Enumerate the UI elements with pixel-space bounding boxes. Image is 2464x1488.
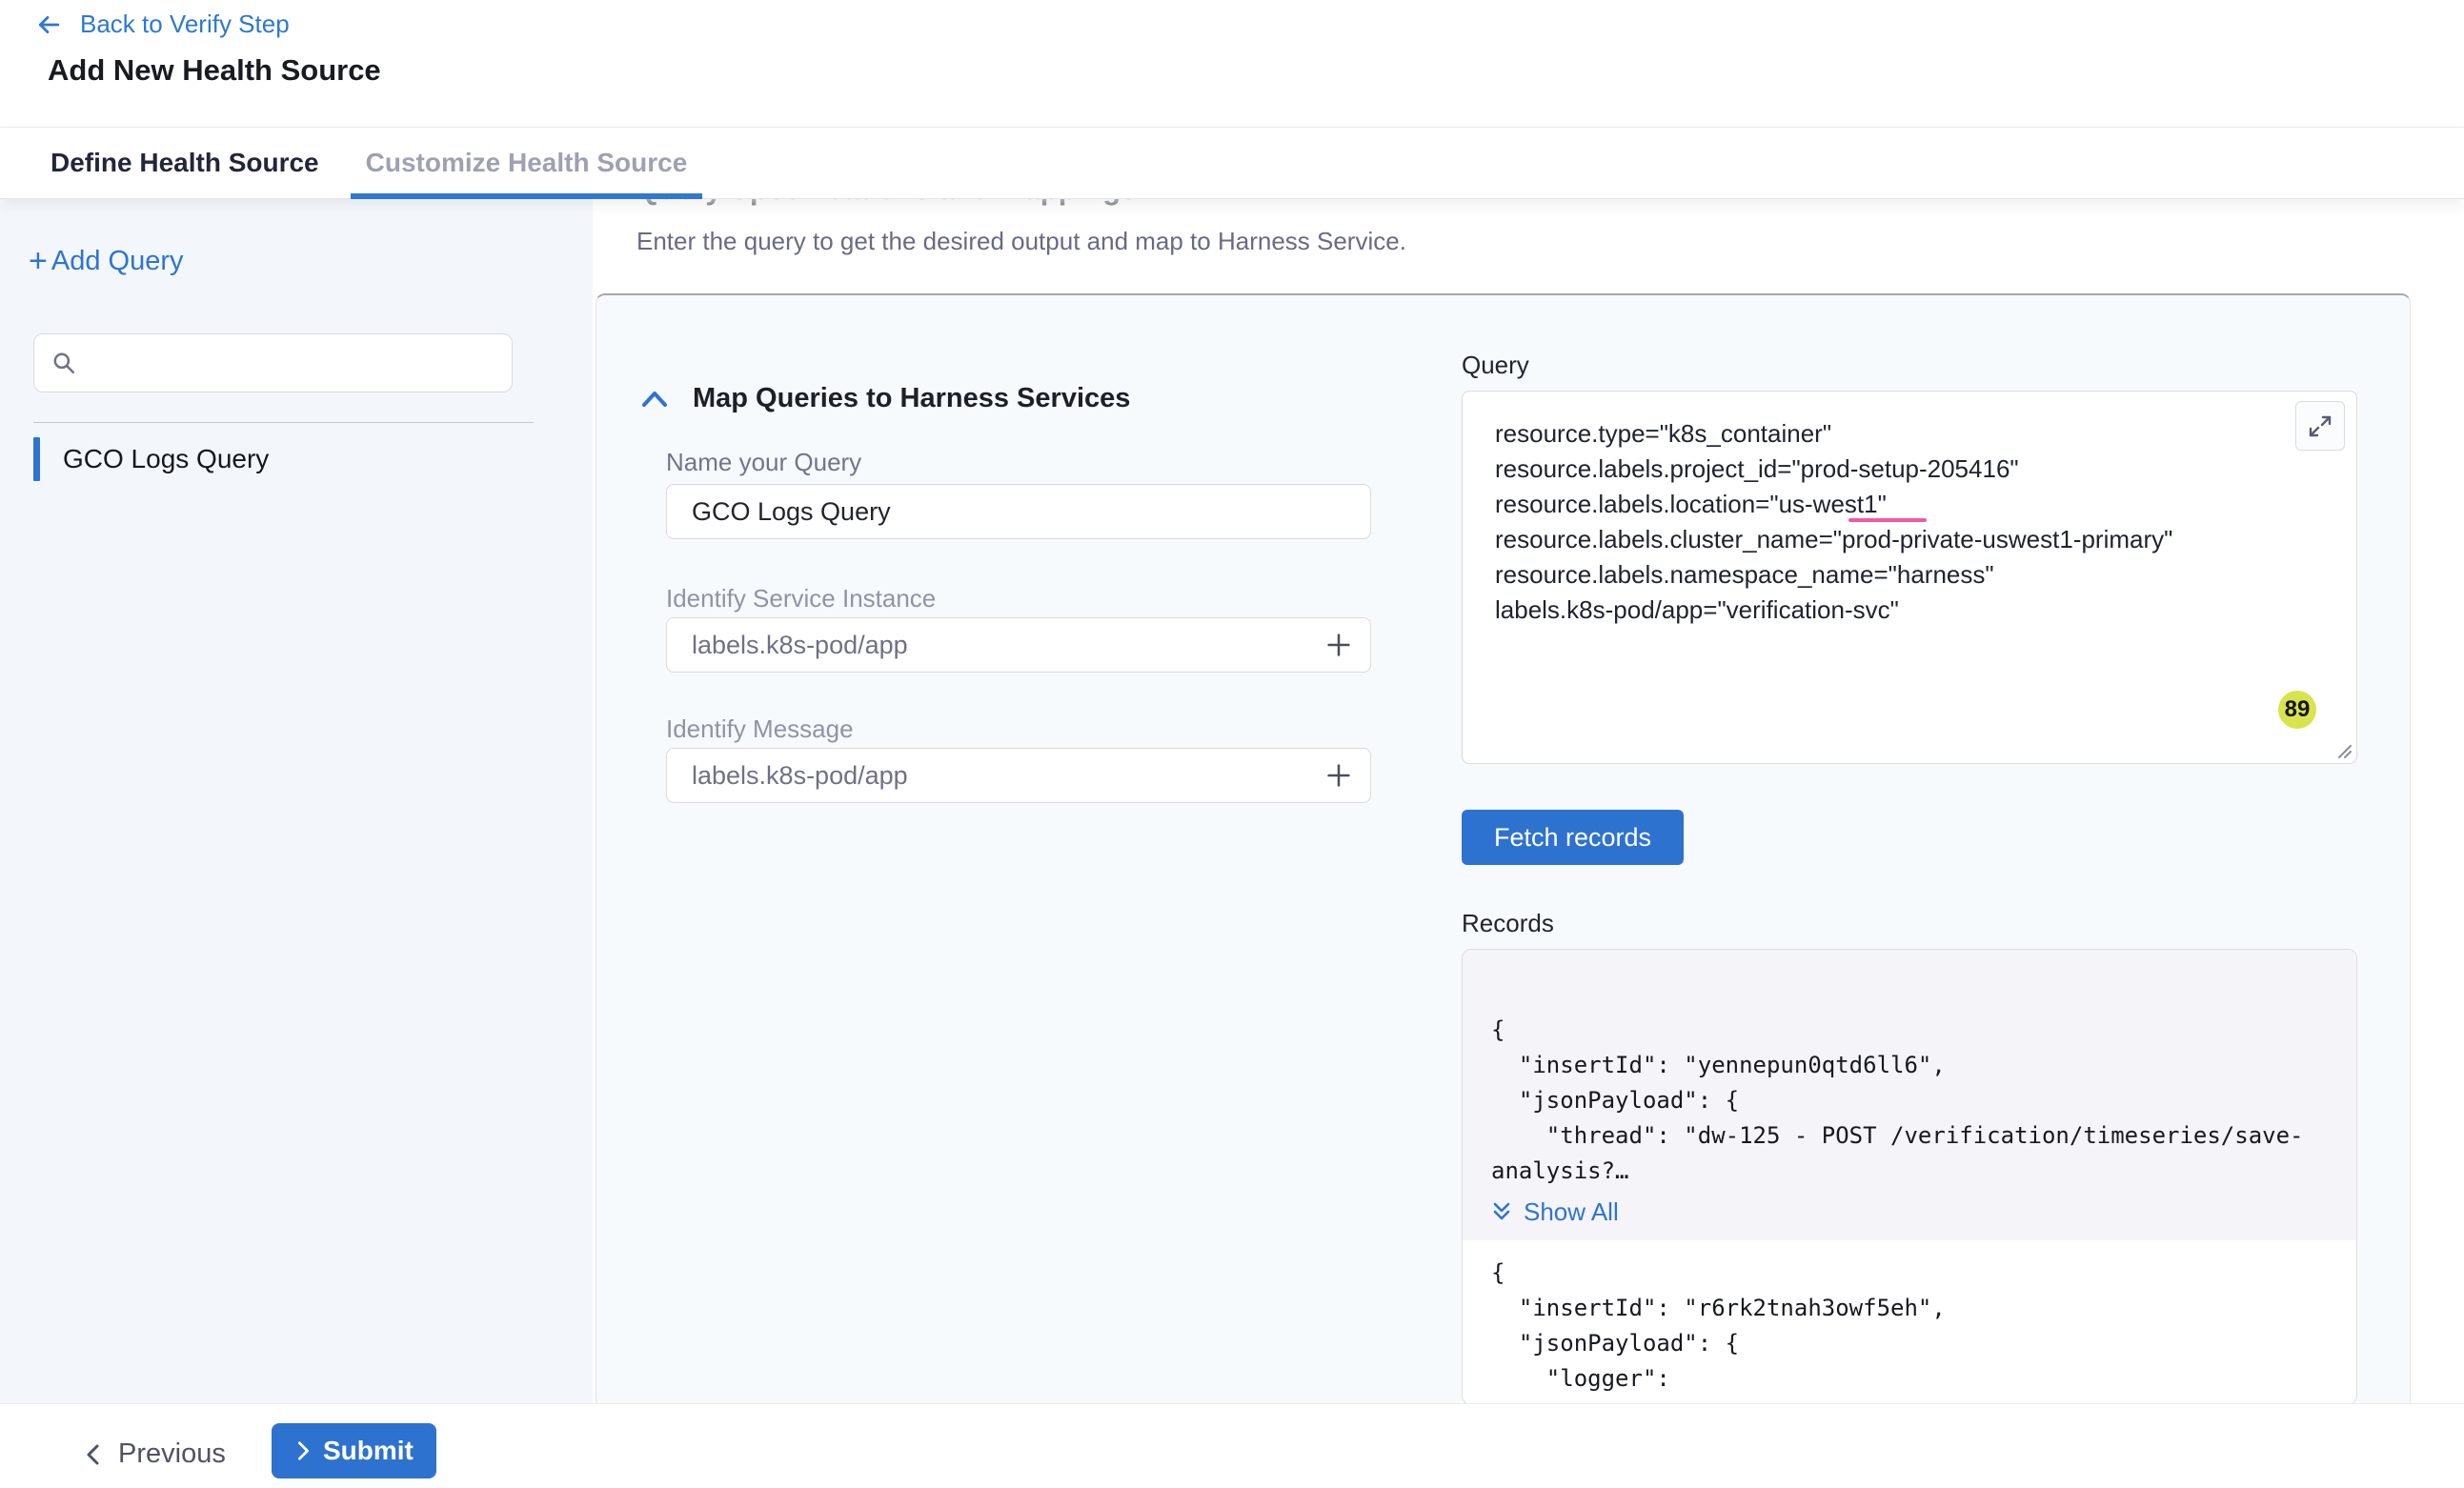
page-title: Add New Health Source: [48, 53, 381, 88]
chevron-left-icon: [84, 1443, 103, 1466]
identify-message-field: [666, 748, 1371, 803]
tab-define-health-source[interactable]: Define Health Source: [50, 128, 319, 198]
plus-icon: +: [29, 245, 48, 277]
records-panel: { "insertId": "yennepun0qtd6ll6", "jsonP…: [1462, 949, 2357, 1405]
spellcheck-underline: [1848, 518, 1927, 522]
identify-service-instance-field: [666, 617, 1371, 673]
map-queries-section-header[interactable]: Map Queries to Harness Services: [641, 383, 1130, 414]
query-list-item-gco-logs[interactable]: GCO Logs Query: [33, 437, 269, 481]
record-json: { "insertId": "r6rk2tnah3owf5eh", "jsonP…: [1491, 1256, 2328, 1405]
query-sidebar: + Add Query GCO Logs Query: [0, 199, 593, 1403]
previous-label: Previous: [118, 1438, 226, 1470]
back-link-label: Back to Verify Step: [80, 10, 290, 39]
record-json: { "insertId": "yennepun0qtd6ll6", "jsonP…: [1491, 1013, 2328, 1189]
query-item-label: GCO Logs Query: [63, 444, 269, 474]
record-item: { "insertId": "yennepun0qtd6ll6", "jsonP…: [1463, 950, 2356, 1240]
submit-button[interactable]: Submit: [272, 1423, 436, 1478]
show-all-link[interactable]: Show All: [1491, 1193, 2328, 1231]
search-input[interactable]: [90, 349, 495, 378]
resize-grip-icon[interactable]: [2334, 741, 2353, 760]
identify-message-label: Identify Message: [666, 714, 854, 744]
chevron-up-icon: [641, 390, 668, 409]
query-input[interactable]: resource.type="k8s_container" resource.l…: [1463, 392, 2356, 653]
query-search-box[interactable]: [33, 333, 513, 392]
chevron-right-icon: [294, 1440, 312, 1461]
tab-label: Define Health Source: [50, 148, 319, 178]
name-query-label: Name your Query: [666, 448, 861, 477]
previous-button[interactable]: Previous: [84, 1438, 226, 1470]
show-all-label: Show All: [1524, 1197, 1619, 1227]
search-icon: [51, 351, 76, 375]
wizard-footer: Previous Submit: [0, 1403, 2464, 1488]
section-subheading: Enter the query to get the desired outpu…: [636, 227, 1406, 256]
arrow-left-icon: [34, 12, 63, 37]
query-mapping-card: Map Queries to Harness Services Name you…: [596, 293, 2411, 1403]
fullscreen-icon: [2307, 412, 2333, 439]
submit-label: Submit: [323, 1436, 414, 1466]
records-label: Records: [1462, 909, 1554, 938]
add-new-health-source-page: Back to Verify Step Add New Health Sourc…: [0, 0, 2464, 1488]
fetch-records-button[interactable]: Fetch records: [1462, 810, 1684, 865]
back-link[interactable]: Back to Verify Step: [34, 10, 290, 39]
sidebar-divider: [33, 422, 534, 423]
add-query-button[interactable]: + Add Query: [29, 245, 184, 277]
tab-label: Customize Health Source: [366, 148, 688, 178]
char-count-badge: 89: [2278, 691, 2316, 729]
tab-customize-health-source[interactable]: Customize Health Source: [351, 128, 703, 198]
add-query-label: Add Query: [51, 246, 184, 277]
query-label: Query: [1462, 351, 1529, 380]
identify-message-input[interactable]: [692, 761, 1324, 791]
name-query-input[interactable]: [666, 484, 1371, 539]
plus-icon[interactable]: [1324, 631, 1353, 659]
active-tab-indicator: [351, 193, 703, 199]
query-editor: resource.type="k8s_container" resource.l…: [1462, 391, 2357, 764]
service-instance-input[interactable]: [692, 631, 1324, 660]
expand-query-button[interactable]: [2295, 401, 2345, 451]
plus-icon[interactable]: [1324, 761, 1353, 790]
record-item: { "insertId": "r6rk2tnah3owf5eh", "jsonP…: [1463, 1240, 2356, 1405]
health-source-tabs: Define Health Source Customize Health So…: [0, 127, 2464, 199]
selected-indicator: [33, 437, 40, 481]
identify-service-instance-label: Identify Service Instance: [666, 584, 936, 613]
name-query-field-wrap: [666, 484, 1371, 539]
map-queries-title: Map Queries to Harness Services: [693, 383, 1130, 414]
double-chevron-down-icon: [1491, 1201, 1512, 1222]
